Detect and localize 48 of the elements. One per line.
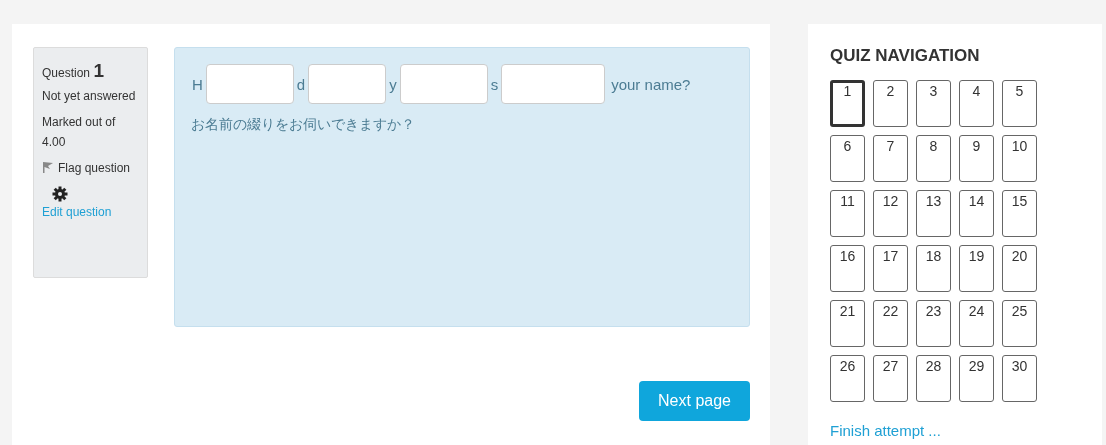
question-nav-button[interactable]: 7	[873, 135, 908, 182]
gear-icon[interactable]	[52, 186, 68, 202]
question-nav-button[interactable]: 3	[916, 80, 951, 127]
marks-text: Marked out of 4.00	[42, 114, 117, 151]
question-nav-button[interactable]: 18	[916, 245, 951, 292]
answer-field[interactable]	[308, 64, 387, 104]
question-nav-button[interactable]: 14	[959, 190, 994, 237]
question-nav-button[interactable]: 1	[830, 80, 865, 127]
question-nav-button[interactable]: 4	[959, 80, 994, 127]
question-nav-button[interactable]: 11	[830, 190, 865, 237]
question-text: s	[490, 75, 499, 93]
flag-link[interactable]: Flag question	[58, 158, 131, 178]
question-nav-button[interactable]: 30	[1002, 355, 1037, 402]
question-nav-button[interactable]: 6	[830, 135, 865, 182]
question-nav-button[interactable]: 24	[959, 300, 994, 347]
question-nav-button[interactable]: 29	[959, 355, 994, 402]
question-text: y	[389, 75, 397, 93]
question-label: Question	[42, 66, 91, 80]
flag-icon[interactable]	[42, 161, 54, 174]
question-nav-button[interactable]: 17	[873, 245, 908, 292]
question-text: your name?	[611, 75, 691, 93]
question-nav-button[interactable]: 16	[830, 245, 865, 292]
question-nav-button[interactable]: 5	[1002, 80, 1037, 127]
question-nav-button[interactable]: 8	[916, 135, 951, 182]
answer-field[interactable]	[205, 64, 294, 104]
question-nav-button[interactable]: 9	[959, 135, 994, 182]
question-nav-button[interactable]: 15	[1002, 190, 1037, 237]
answer-field[interactable]	[399, 64, 488, 104]
status-text: Not yet answered	[42, 88, 137, 105]
question-text: d	[296, 75, 306, 93]
question-nav-button[interactable]: 2	[873, 80, 908, 127]
quiz-navigation-title: QUIZ NAVIGATION	[830, 46, 981, 66]
question-nav-button[interactable]: 12	[873, 190, 908, 237]
question-nav-button[interactable]: 13	[916, 190, 951, 237]
question-nav-button[interactable]: 22	[873, 300, 908, 347]
question-number: 1	[93, 60, 104, 81]
question-nav-button[interactable]: 10	[1002, 135, 1037, 182]
question-nav-button[interactable]: 25	[1002, 300, 1037, 347]
question-nav-button[interactable]: 20	[1002, 245, 1037, 292]
question-nav-button[interactable]: 26	[830, 355, 865, 402]
question-text: H	[192, 75, 203, 93]
question-nav-button[interactable]: 23	[916, 300, 951, 347]
question-nav-button[interactable]: 21	[830, 300, 865, 347]
question-nav-button[interactable]: 19	[959, 245, 994, 292]
question-nav-button[interactable]: 28	[916, 355, 951, 402]
translation-text: お名前の綴りをお伺いできますか？	[191, 116, 416, 134]
answer-field[interactable]	[501, 64, 606, 104]
question-nav-button[interactable]: 27	[873, 355, 908, 402]
